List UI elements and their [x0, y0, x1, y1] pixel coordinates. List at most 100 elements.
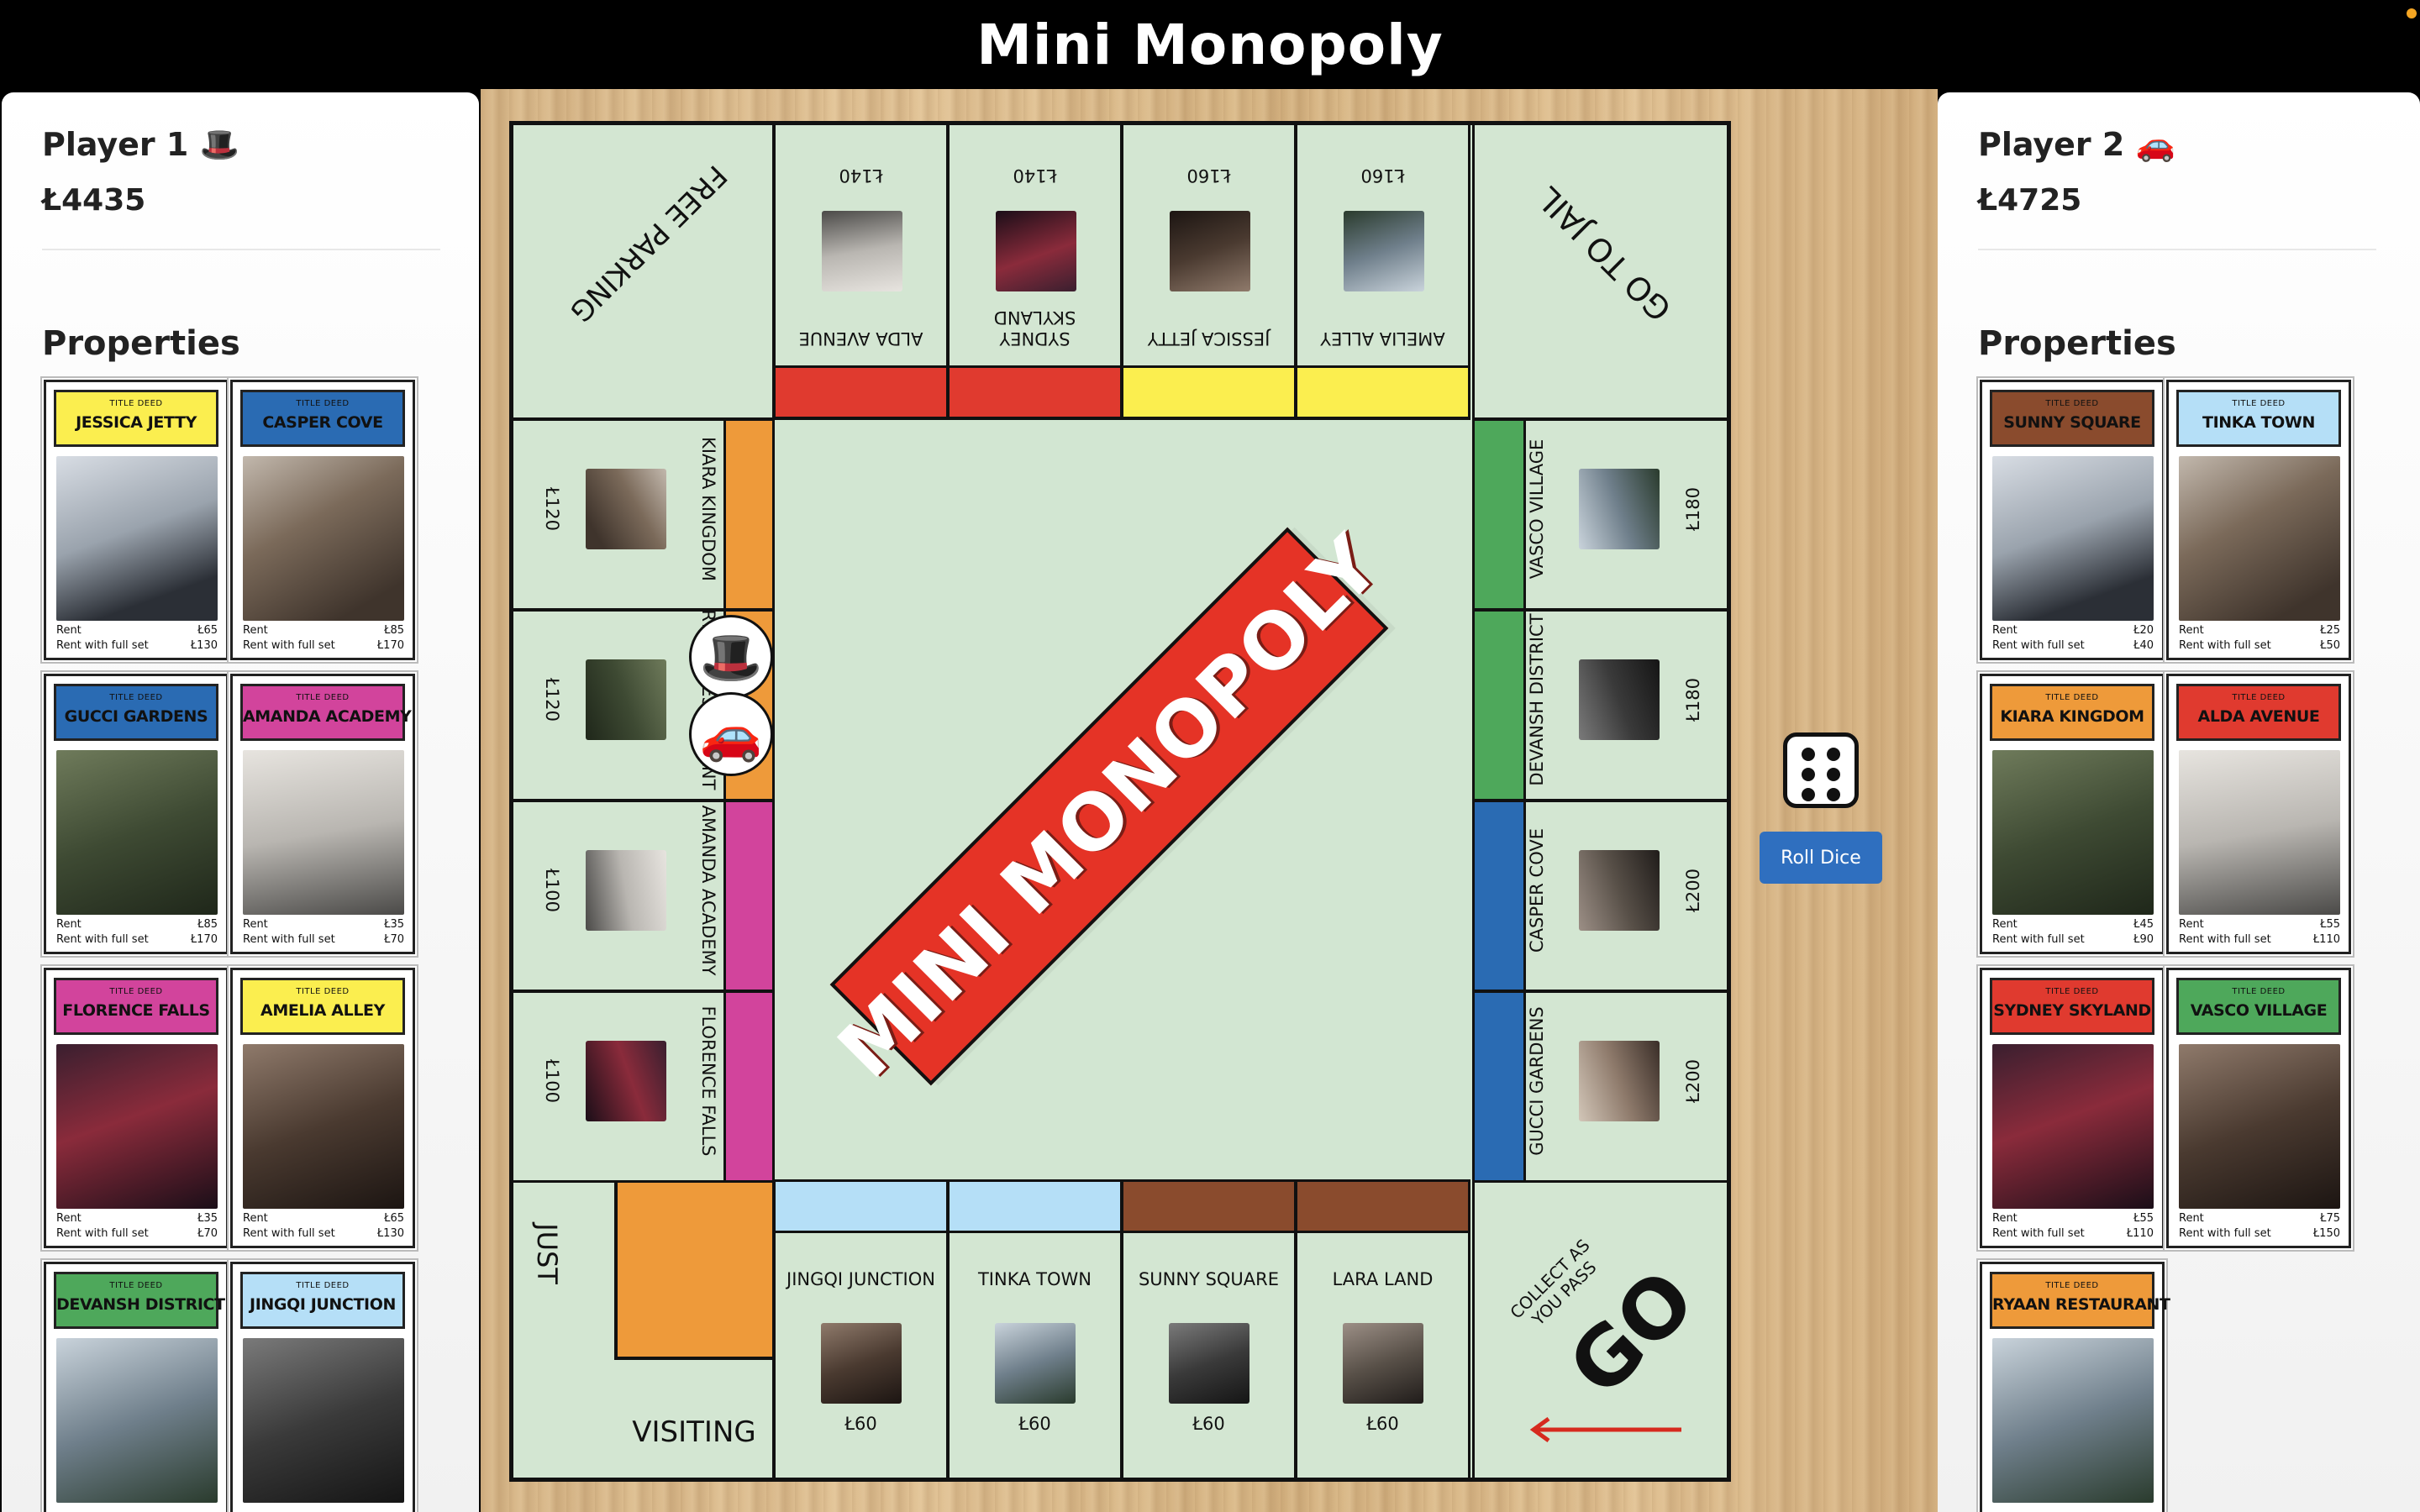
- title-deed-card[interactable]: TITLE DEED KIARA KINGDOM Rent Ł45 Rent with …: [1980, 674, 2165, 954]
- board-space[interactable]: TINKA TOWN Ł60: [947, 1179, 1123, 1480]
- board-space[interactable]: AMANDA ACADEMY Ł100: [511, 800, 775, 992]
- space-price: Ł60: [1018, 1414, 1051, 1434]
- deed-label: TITLE DEED: [109, 693, 163, 702]
- space-content: AMANDA ACADEMY Ł100: [513, 802, 722, 985]
- deed-color-band: TITLE DEED SUNNY SQUARE: [1990, 390, 2154, 447]
- space-price: Ł200: [1683, 869, 1703, 912]
- board-space[interactable]: JINGQI JUNCTION Ł60: [773, 1179, 949, 1480]
- board-space[interactable]: AMELIA ALLEY Ł160: [1295, 123, 1470, 420]
- deed-rent-row: Rent Ł75: [2179, 1212, 2340, 1225]
- deed-photo: [243, 1044, 404, 1209]
- rent-value: Ł35: [384, 918, 404, 931]
- full-set-value: Ł70: [197, 1227, 218, 1240]
- space-name: AMANDA ACADEMY: [698, 805, 718, 976]
- board-space[interactable]: GUCCI GARDENS Ł200: [1472, 990, 1729, 1183]
- roll-dice-button[interactable]: Roll Dice: [1760, 832, 1882, 884]
- color-band: [776, 365, 946, 417]
- title-deed-card[interactable]: TITLE DEED GUCCI GARDENS Rent Ł85 Rent with …: [44, 674, 229, 954]
- deed-full-set-row: Rent with full set Ł150: [2179, 1227, 2340, 1240]
- space-content: CASPER COVE Ł200: [1523, 802, 1727, 985]
- space-price: Ł100: [542, 869, 562, 912]
- deed-full-set-row: Rent with full set Ł130: [243, 1227, 404, 1240]
- deed-rent-row: Rent Ł45: [1992, 918, 2154, 931]
- dice-pip: [1802, 768, 1815, 781]
- space-price: Ł160: [1360, 165, 1405, 186]
- deed-color-band: TITLE DEED CASPER COVE: [240, 390, 405, 447]
- deed-name: FLORENCE FALLS: [62, 1001, 210, 1020]
- deed-photo: [56, 750, 218, 915]
- space-photo: [1169, 1323, 1249, 1404]
- deed-photo: [243, 456, 404, 621]
- board-space[interactable]: FLORENCE FALLS Ł100: [511, 990, 775, 1183]
- board-space[interactable]: DEVANSH DISTRICT Ł180: [1472, 609, 1729, 801]
- title-deed-card[interactable]: TITLE DEED DEVANSH DISTRICT: [44, 1262, 229, 1512]
- board-space[interactable]: LARA LAND Ł60: [1295, 1179, 1470, 1480]
- player2-token[interactable]: 🚗: [689, 692, 773, 776]
- board-space[interactable]: ALDA AVENUE Ł140: [773, 123, 949, 420]
- board-space[interactable]: VASCO VILLAGE Ł180: [1472, 418, 1729, 611]
- full-set-label: Rent with full set: [2179, 933, 2271, 946]
- space-name: SUNNY SQUARE: [1138, 1269, 1280, 1289]
- title-deed-card[interactable]: TITLE DEED SYDNEY SKYLAND Rent Ł55 Rent with…: [1980, 968, 2165, 1248]
- space-name: ALDA AVENUE: [798, 328, 923, 349]
- space-content: ALDA AVENUE Ł140: [776, 125, 946, 365]
- title-deed-card[interactable]: TITLE DEED ALDA AVENUE Rent Ł55 Rent with fu…: [2166, 674, 2351, 954]
- top-hat-icon: 🎩: [699, 627, 763, 687]
- player2-name-label: Player 2: [1978, 126, 2125, 163]
- space-price: Ł200: [1683, 1059, 1703, 1103]
- deed-name: AMANDA ACADEMY: [243, 707, 412, 726]
- title-deed-card[interactable]: TITLE DEED AMELIA ALLEY Rent Ł65 Rent with f…: [230, 968, 415, 1248]
- color-band: [723, 421, 772, 608]
- title-deed-card[interactable]: TITLE DEED VASCO VILLAGE Rent Ł75 Rent with …: [2166, 968, 2351, 1248]
- board-space[interactable]: KIARA KINGDOM Ł120: [511, 418, 775, 611]
- deed-label: TITLE DEED: [296, 987, 350, 996]
- deed-full-set-row: Rent with full set Ł110: [2179, 933, 2340, 946]
- space-content: GUCCI GARDENS Ł200: [1523, 993, 1727, 1176]
- title-deed-card[interactable]: TITLE DEED FLORENCE FALLS Rent Ł35 Rent with…: [44, 968, 229, 1248]
- player1-token[interactable]: 🎩: [689, 615, 773, 699]
- board-space[interactable]: SUNNY SQUARE Ł60: [1121, 1179, 1297, 1480]
- deed-rent-row: Rent Ł55: [2179, 918, 2340, 931]
- free-parking-corner: FREE PARKING: [511, 123, 775, 420]
- color-band: [723, 802, 772, 990]
- deed-rent-row: Rent Ł35: [243, 918, 404, 931]
- full-set-value: Ł170: [376, 639, 404, 652]
- dice-six-icon[interactable]: [1783, 732, 1859, 808]
- deed-color-band: TITLE DEED JINGQI JUNCTION: [240, 1272, 405, 1329]
- full-set-label: Rent with full set: [56, 1227, 149, 1240]
- space-content: DEVANSH DISTRICT Ł180: [1523, 612, 1727, 795]
- board-space[interactable]: JESSICA JETTY Ł160: [1121, 123, 1297, 420]
- deed-rent-row: Rent Ł35: [56, 1212, 218, 1225]
- title-deed-card[interactable]: TITLE DEED JESSICA JETTY Rent Ł65 Rent with …: [44, 380, 229, 660]
- space-name: KIARA KINGDOM: [698, 437, 718, 581]
- deed-name: ALDA AVENUE: [2197, 707, 2320, 726]
- deed-photo: [243, 1338, 404, 1503]
- rent-value: Ł35: [197, 1212, 218, 1225]
- deed-label: TITLE DEED: [109, 399, 163, 408]
- color-band: [1297, 1182, 1468, 1233]
- title-deed-card[interactable]: TITLE DEED TINKA TOWN Rent Ł25 Rent with ful…: [2166, 380, 2351, 660]
- deed-name: JINGQI JUNCTION: [250, 1295, 396, 1314]
- rent-label: Rent: [1992, 918, 2018, 931]
- title-deed-card[interactable]: TITLE DEED AMANDA ACADEMY Rent Ł35 Rent with…: [230, 674, 415, 954]
- title-deed-card[interactable]: TITLE DEED JINGQI JUNCTION: [230, 1262, 415, 1512]
- player1-money: Ł4435: [42, 183, 146, 218]
- full-set-value: Ł70: [384, 933, 404, 946]
- rent-label: Rent: [243, 1212, 268, 1225]
- title-deed-card[interactable]: TITLE DEED SUNNY SQUARE Rent Ł20 Rent with f…: [1980, 380, 2165, 660]
- space-photo: [1579, 659, 1660, 740]
- deed-full-set-row: Rent with full set Ł130: [56, 639, 218, 652]
- full-set-value: Ł130: [190, 639, 218, 652]
- space-photo: [1170, 211, 1250, 291]
- title-deed-card[interactable]: TITLE DEED CASPER COVE Rent Ł85 Rent with fu…: [230, 380, 415, 660]
- deed-full-set-row: Rent with full set Ł70: [243, 933, 404, 946]
- rent-label: Rent: [2179, 918, 2204, 931]
- space-photo: [1579, 1041, 1660, 1121]
- color-band: [1123, 365, 1294, 417]
- color-band: [1475, 993, 1526, 1180]
- board-space[interactable]: SYDNEY SKYLAND Ł140: [947, 123, 1123, 420]
- board-space[interactable]: CASPER COVE Ł200: [1472, 800, 1729, 992]
- color-band: [1297, 365, 1468, 417]
- deed-full-set-row: Rent with full set Ł110: [1992, 1227, 2154, 1240]
- title-deed-card[interactable]: TITLE DEED RYAAN RESTAURANT: [1980, 1262, 2170, 1512]
